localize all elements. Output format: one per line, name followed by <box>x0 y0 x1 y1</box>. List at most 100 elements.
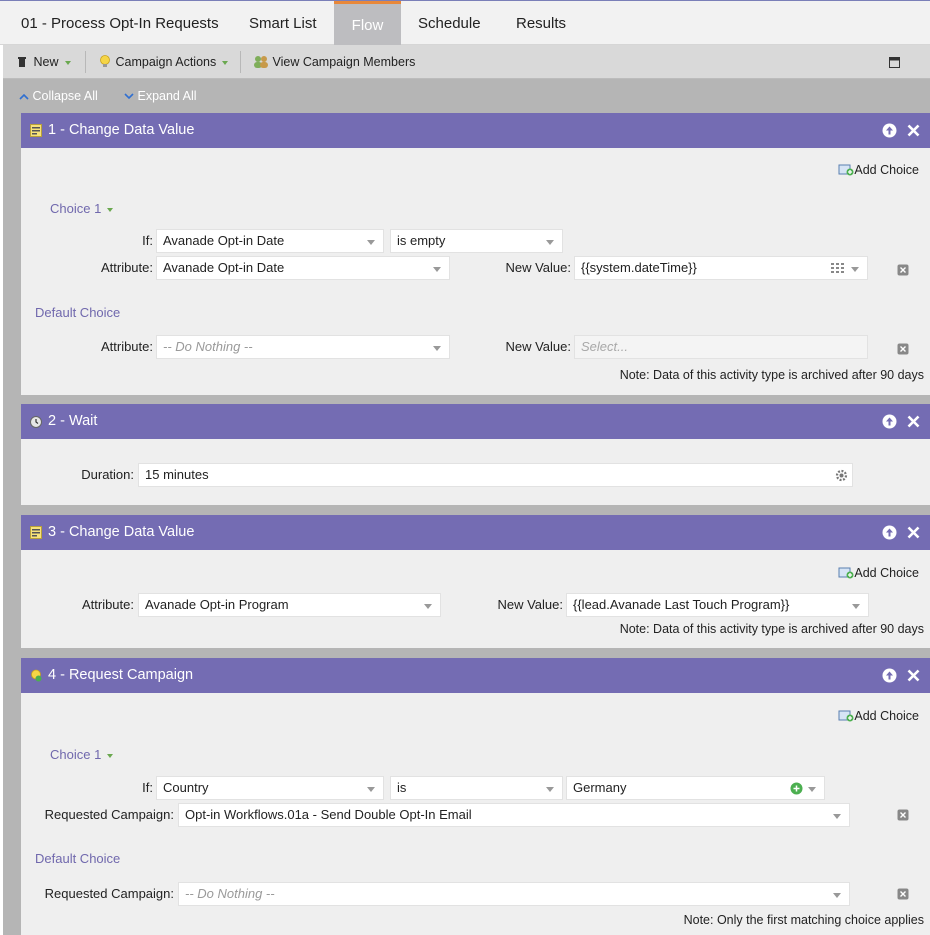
chevron-down-icon <box>107 753 114 758</box>
new-menu-button[interactable]: New <box>18 45 71 79</box>
delete-choice-icon[interactable] <box>897 343 909 355</box>
toolbar: New Campaign Actions View Campaign Membe… <box>3 45 930 79</box>
collapse-all-label: Collapse All <box>32 89 98 103</box>
close-icon[interactable] <box>906 414 921 429</box>
step-title: 2 - Wait <box>48 413 98 429</box>
step-header[interactable]: 2 - Wait <box>21 404 930 439</box>
tab-bar: 01 - Process Opt-In Requests Smart List … <box>0 0 930 45</box>
default-new-value-label: New Value: <box>505 339 571 354</box>
default-requested-campaign-value: -- Do Nothing -- <box>185 886 275 901</box>
close-icon[interactable] <box>906 123 921 138</box>
attribute-label: Attribute: <box>81 597 134 612</box>
if-field-value: Country <box>163 780 209 795</box>
tab-flow[interactable]: Flow <box>334 1 401 45</box>
chevron-down-icon <box>433 346 441 351</box>
step-header[interactable]: 4 - Request Campaign <box>21 658 930 693</box>
if-operator-value: is <box>397 780 407 795</box>
tab-campaign-name[interactable]: 01 - Process Opt-In Requests <box>6 1 234 45</box>
data-value-icon <box>30 526 42 539</box>
campaign-actions-menu-button[interactable]: Campaign Actions <box>100 45 229 79</box>
chevron-down-icon <box>64 60 71 65</box>
attribute-select[interactable]: Avanade Opt-in Date <box>156 256 450 280</box>
move-up-icon[interactable] <box>882 525 897 540</box>
chevron-down-icon <box>367 240 375 245</box>
new-value-text: {{system.dateTime}} <box>581 260 697 275</box>
move-up-icon[interactable] <box>882 123 897 138</box>
choice-label: Choice 1 <box>50 747 102 762</box>
lightbulb-icon <box>100 55 110 67</box>
new-value-input[interactable]: {{system.dateTime}} <box>574 256 868 280</box>
choice-label: Choice 1 <box>50 201 102 216</box>
gear-icon[interactable] <box>835 469 848 482</box>
default-requested-campaign-select[interactable]: -- Do Nothing -- <box>178 882 850 906</box>
choice-1-toggle[interactable]: Choice 1 <box>50 199 114 219</box>
tab-results[interactable]: Results <box>501 1 581 45</box>
attribute-select[interactable]: Avanade Opt-in Program <box>138 593 441 617</box>
flow-step-4: 4 - Request Campaign Add Choice Choice 1… <box>21 658 930 935</box>
request-campaign-icon <box>31 669 42 682</box>
chevron-down-icon <box>367 787 375 792</box>
archive-note: Note: Data of this activity type is arch… <box>619 368 924 382</box>
choice-1-toggle[interactable]: Choice 1 <box>50 745 114 765</box>
flow-step-2: 2 - Wait Duration: 15 minutes <box>21 404 930 505</box>
add-choice-icon <box>838 164 854 176</box>
add-choice-icon <box>838 567 854 579</box>
new-value-select[interactable]: {{lead.Avanade Last Touch Program}} <box>566 593 869 617</box>
people-icon <box>254 56 268 68</box>
matching-choice-note: Note: Only the first matching choice app… <box>683 913 924 927</box>
close-icon[interactable] <box>906 668 921 683</box>
close-icon[interactable] <box>906 525 921 540</box>
chevron-down-icon <box>433 267 441 272</box>
delete-choice-icon[interactable] <box>897 888 909 900</box>
chevron-down-icon <box>852 604 860 609</box>
attribute-label: Attribute: <box>100 260 153 275</box>
add-choice-button[interactable]: Add Choice <box>838 708 919 724</box>
if-operator-value: is empty <box>397 233 446 248</box>
flow-canvas: Collapse All Expand All 1 - Change Data … <box>3 79 930 935</box>
chevron-down-icon <box>833 814 841 819</box>
view-campaign-members-button[interactable]: View Campaign Members <box>253 45 415 79</box>
delete-choice-icon[interactable] <box>897 264 909 276</box>
duration-input[interactable]: 15 minutes <box>138 463 853 487</box>
add-choice-button[interactable]: Add Choice <box>838 565 919 581</box>
if-value-text: Germany <box>573 780 627 795</box>
collapse-all-button[interactable]: Collapse All <box>19 79 98 113</box>
tab-smart-list[interactable]: Smart List <box>234 1 332 45</box>
requested-campaign-select[interactable]: Opt-in Workflows.01a - Send Double Opt-I… <box>178 803 850 827</box>
move-up-icon[interactable] <box>882 414 897 429</box>
default-new-value-input[interactable]: Select... <box>574 335 868 359</box>
add-choice-label: Add Choice <box>854 566 919 580</box>
flow-step-1: 1 - Change Data Value Add Choice Choice … <box>21 113 930 395</box>
move-up-icon[interactable] <box>882 668 897 683</box>
add-value-icon[interactable] <box>790 782 803 795</box>
step-header[interactable]: 1 - Change Data Value <box>21 113 930 148</box>
default-attribute-value: -- Do Nothing -- <box>163 339 253 354</box>
attribute-value: Avanade Opt-in Date <box>163 260 285 275</box>
duration-value: 15 minutes <box>145 467 209 482</box>
delete-choice-icon[interactable] <box>897 809 909 821</box>
if-field-select[interactable]: Avanade Opt-in Date <box>156 229 384 253</box>
add-choice-icon <box>838 710 854 722</box>
if-operator-select[interactable]: is empty <box>390 229 563 253</box>
add-choice-button[interactable]: Add Choice <box>838 162 919 178</box>
if-field-value: Avanade Opt-in Date <box>163 233 285 248</box>
chevron-down-icon <box>851 267 859 272</box>
new-value-text: {{lead.Avanade Last Touch Program}} <box>573 597 790 612</box>
window-icon[interactable] <box>889 56 900 71</box>
calendar-icon[interactable] <box>831 263 845 274</box>
if-label: If: <box>142 780 153 795</box>
default-attribute-select[interactable]: -- Do Nothing -- <box>156 335 450 359</box>
if-value-select[interactable]: Germany <box>566 776 825 800</box>
step-title: 1 - Change Data Value <box>48 122 195 138</box>
chevron-down-icon <box>107 207 114 212</box>
trash-can-icon <box>18 57 26 67</box>
chevron-down-icon <box>222 60 229 65</box>
chevron-down-icon <box>808 787 816 792</box>
default-attribute-label: Attribute: <box>100 339 153 354</box>
step-header[interactable]: 3 - Change Data Value <box>21 515 930 550</box>
tab-schedule[interactable]: Schedule <box>403 1 496 45</box>
if-operator-select[interactable]: is <box>390 776 563 800</box>
expand-all-button[interactable]: Expand All <box>124 79 197 113</box>
chevron-down-icon <box>124 93 134 100</box>
if-field-select[interactable]: Country <box>156 776 384 800</box>
